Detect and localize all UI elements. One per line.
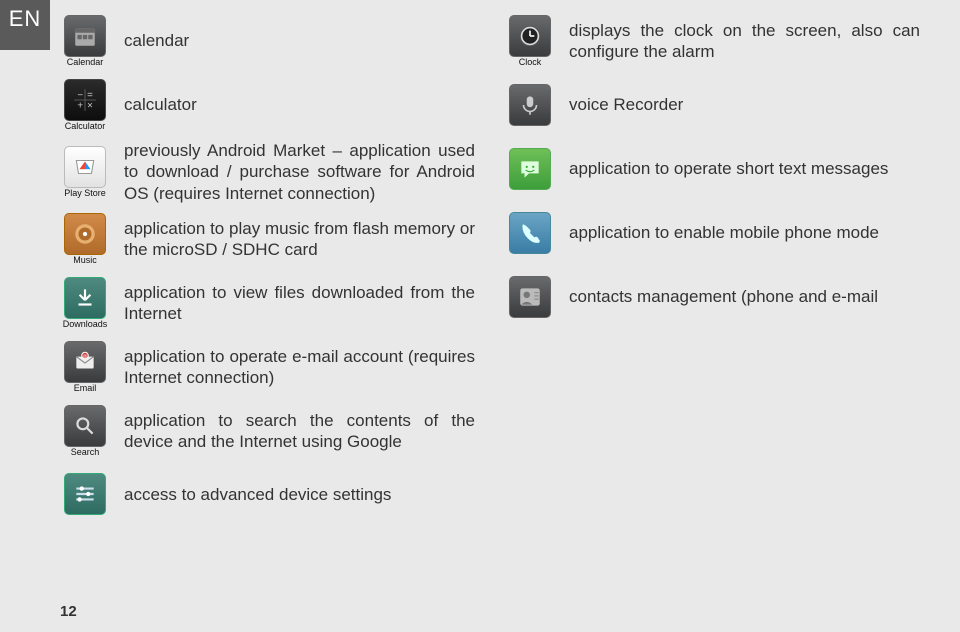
svg-text:−: − [77, 90, 83, 101]
icon-wrap: Play Store [60, 146, 110, 198]
icon-wrap: Clock [505, 15, 555, 67]
app-description: contacts management (phone and e-mail [569, 286, 920, 307]
music-icon [64, 213, 106, 255]
icon-wrap: −= + × Calculator [60, 79, 110, 131]
app-description: application to search the contents of th… [124, 410, 475, 453]
icon-wrap: Downloads [60, 277, 110, 329]
phone-icon [509, 212, 551, 254]
icon-label: Music [73, 256, 97, 265]
app-row: Clock displays the clock on the screen, … [505, 10, 920, 72]
app-description: calculator [124, 94, 475, 115]
app-description: application to play music from flash mem… [124, 218, 475, 261]
icon-label: Play Store [64, 189, 106, 198]
app-row: Downloads application to view files down… [60, 272, 475, 334]
settings-icon [64, 473, 106, 515]
icon-wrap: Calendar [60, 15, 110, 67]
left-column: Calendar calendar −= + × Calculator calcul… [60, 10, 475, 526]
app-description: calendar [124, 30, 475, 51]
icon-label: Calendar [67, 58, 104, 67]
icon-wrap [60, 473, 110, 516]
icon-label: Downloads [63, 320, 108, 329]
calculator-icon: −= + × [64, 79, 106, 121]
playstore-icon [64, 146, 106, 188]
page-number: 12 [60, 603, 77, 620]
right-column: Clock displays the clock on the screen, … [505, 10, 920, 526]
svg-text:×: × [87, 101, 93, 112]
app-row: −= + × Calculator calculator [60, 74, 475, 136]
app-description: voice Recorder [569, 94, 920, 115]
icon-wrap [505, 148, 555, 191]
icon-wrap [505, 84, 555, 127]
app-row: Play Store previously Android Market – a… [60, 138, 475, 206]
app-row: application to enable mobile phone mode [505, 202, 920, 264]
page-content: Calendar calendar −= + × Calculator calcul… [0, 0, 960, 526]
app-row: access to advanced device settings [60, 464, 475, 526]
search-icon [64, 405, 106, 447]
app-row: contacts management (phone and e-mail [505, 266, 920, 328]
app-row: Music application to play music from fla… [60, 208, 475, 270]
language-badge: EN [0, 0, 50, 50]
clock-icon [509, 15, 551, 57]
messaging-icon [509, 148, 551, 190]
app-description: displays the clock on the screen, also c… [569, 20, 920, 63]
icon-label: Clock [519, 58, 542, 67]
icon-label: Email [74, 384, 97, 393]
downloads-icon [64, 277, 106, 319]
icon-label: Calculator [65, 122, 106, 131]
microphone-icon [509, 84, 551, 126]
app-row: Search application to search the content… [60, 400, 475, 462]
icon-wrap: Search [60, 405, 110, 457]
svg-text:=: = [87, 90, 93, 101]
icon-wrap [505, 212, 555, 255]
app-row: voice Recorder [505, 74, 920, 136]
icon-wrap: Music [60, 213, 110, 265]
app-row: Calendar calendar [60, 10, 475, 72]
app-description: previously Android Market – application … [124, 140, 475, 204]
calendar-icon [64, 15, 106, 57]
icon-wrap: @ Email [60, 341, 110, 393]
app-description: application to enable mobile phone mode [569, 222, 920, 243]
icon-label: Search [71, 448, 100, 457]
app-description: application to operate e-mail account (r… [124, 346, 475, 389]
app-row: application to operate short text messag… [505, 138, 920, 200]
app-description: application to operate short text messag… [569, 158, 920, 179]
app-description: access to advanced device settings [124, 484, 475, 505]
app-description: application to view files downloaded fro… [124, 282, 475, 325]
contacts-icon [509, 276, 551, 318]
icon-wrap [505, 276, 555, 319]
svg-text:+: + [77, 101, 83, 112]
app-row: @ Email application to operate e-mail ac… [60, 336, 475, 398]
svg-text:@: @ [83, 353, 88, 358]
email-icon: @ [64, 341, 106, 383]
